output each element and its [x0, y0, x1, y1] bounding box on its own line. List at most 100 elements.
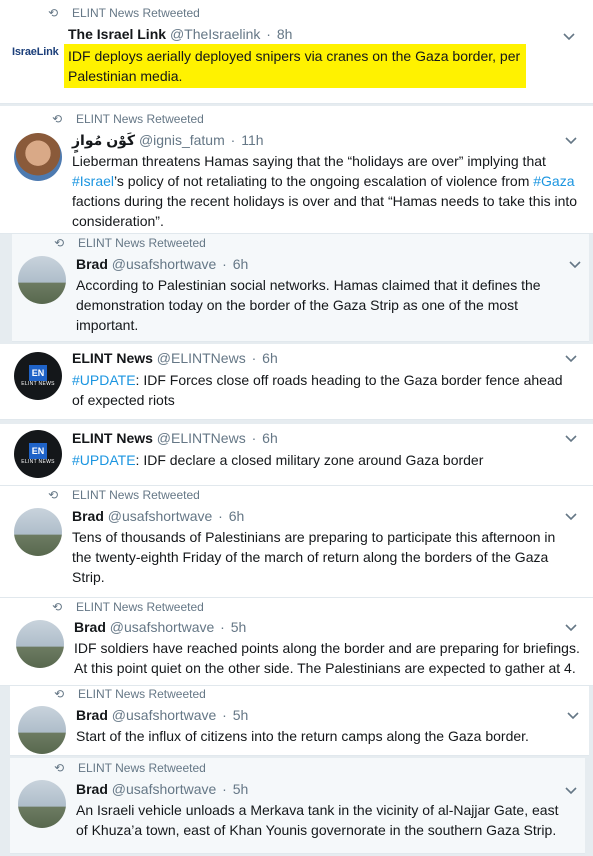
tweet-text: Lieberman threatens Hamas saying that th… [72, 153, 578, 229]
hashtag-link[interactable]: #Gaza [533, 173, 574, 189]
tweet-header: ELINT News @ELINTNews · 6h [72, 430, 278, 446]
author-handle[interactable]: @usafshortwave [110, 619, 214, 635]
separator-dot: · [218, 508, 223, 524]
tweet-header: كَوْن مُوازٍ @ignis_fatum · 11h [72, 132, 264, 149]
tweet-time[interactable]: 5h [231, 619, 247, 635]
tweet-card[interactable]: ⟲ ELINT News Retweeted Brad @usafshortwav… [12, 234, 589, 342]
retweet-context: ⟲ ELINT News Retweeted [52, 600, 204, 614]
hashtag-link[interactable]: #Israel [72, 173, 114, 189]
author-handle[interactable]: @usafshortwave [108, 508, 212, 524]
author-handle[interactable]: @ELINTNews [157, 350, 246, 366]
tweet-time[interactable]: 5h [233, 707, 249, 723]
tweet-header: ELINT News @ELINTNews · 6h [72, 350, 278, 366]
author-name[interactable]: The Israel Link [68, 26, 166, 42]
tweet-time[interactable]: 11h [241, 132, 263, 148]
tweet-header: Brad @usafshortwave · 6h [76, 256, 248, 272]
author-name[interactable]: Brad [72, 508, 104, 524]
elint-logo: EN [29, 443, 47, 459]
separator-dot: · [222, 707, 227, 723]
chevron-down-icon[interactable] [564, 136, 578, 146]
author-name[interactable]: كَوْن مُوازٍ [72, 132, 135, 148]
retweet-context: ⟲ ELINT News Retweeted [54, 687, 206, 701]
avatar[interactable] [18, 256, 66, 304]
author-handle[interactable]: @usafshortwave [112, 707, 216, 723]
tweet-card[interactable]: ⟲ ELINT News Retweeted Brad @usafshortwav… [0, 598, 593, 686]
separator-dot: · [251, 350, 257, 366]
author-name[interactable]: Brad [76, 781, 108, 797]
separator-dot: · [251, 430, 257, 446]
chevron-down-icon[interactable] [566, 711, 580, 721]
tweet-text: According to Palestinian social networks… [76, 277, 541, 333]
avatar[interactable] [14, 508, 62, 556]
tweet-time[interactable]: 6h [233, 256, 249, 272]
retweet-icon: ⟲ [54, 761, 65, 775]
hashtag-link[interactable]: #UPDATE [72, 372, 136, 388]
author-handle[interactable]: @usafshortwave [112, 256, 216, 272]
retweet-context: ⟲ ELINT News Retweeted [48, 488, 200, 502]
retweet-icon: ⟲ [52, 600, 63, 614]
author-name[interactable]: Brad [74, 619, 106, 635]
tweet-text: An Israeli vehicle unloads a Merkava tan… [76, 802, 559, 838]
tweet-text: IDF soldiers have reached points along t… [74, 640, 580, 676]
chevron-down-icon[interactable] [564, 623, 578, 633]
retweet-context: ⟲ ELINT News Retweeted [54, 236, 206, 250]
author-handle[interactable]: @ELINTNews [157, 430, 246, 446]
retweet-context: ⟲ ELINT News Retweeted [48, 6, 200, 20]
avatar[interactable] [16, 620, 64, 668]
tweet-text: #UPDATE: IDF Forces close off roads head… [72, 372, 563, 408]
elint-logo-sub: ELINT NEWS [21, 381, 55, 387]
author-handle[interactable]: @ignis_fatum [139, 132, 225, 148]
separator-dot: · [220, 619, 225, 635]
hashtag-link[interactable]: #UPDATE [72, 452, 136, 468]
tweet-card[interactable]: EN ELINT NEWS ELINT News @ELINTNews · 6h… [0, 424, 593, 486]
author-handle[interactable]: @usafshortwave [112, 781, 216, 797]
avatar[interactable] [18, 780, 66, 828]
tweet-text: IDF deploys aerially deployed snipers vi… [64, 44, 526, 88]
chevron-down-icon[interactable] [564, 434, 578, 444]
avatar[interactable]: EN ELINT NEWS [14, 352, 62, 400]
avatar[interactable] [18, 706, 66, 754]
tweet-card[interactable]: ⟲ ELINT News Retweeted كَوْن مُوازٍ @igni… [0, 106, 593, 234]
retweet-icon: ⟲ [54, 236, 65, 250]
tweet-time[interactable]: 8h [277, 26, 293, 42]
tweet-time[interactable]: 5h [233, 781, 249, 797]
retweet-context: ⟲ ELINT News Retweeted [54, 761, 206, 775]
chevron-down-icon[interactable] [562, 32, 576, 42]
tweet-header: Brad @usafshortwave · 5h [74, 619, 246, 635]
tweet-card[interactable]: ⟲ ELINT News Retweeted IsraeLink The Isra… [0, 0, 593, 104]
chevron-down-icon[interactable] [564, 786, 578, 796]
tweet-text: Start of the influx of citizens into the… [76, 728, 529, 744]
separator-dot: · [222, 256, 227, 272]
tweet-time[interactable]: 6h [229, 508, 245, 524]
separator-dot: · [222, 781, 227, 797]
israel-link-logo[interactable]: IsraeLink [12, 46, 59, 58]
tweet-header: The Israel Link @TheIsraelink · 8h [68, 26, 292, 42]
tweet-header: Brad @usafshortwave · 5h [76, 707, 248, 723]
avatar[interactable] [14, 133, 62, 181]
elint-logo-sub: ELINT NEWS [21, 459, 55, 465]
tweet-card[interactable]: ⟲ ELINT News Retweeted Brad @usafshortwav… [10, 686, 589, 756]
tweet-card[interactable]: EN ELINT NEWS ELINT News @ELINTNews · 6h… [0, 344, 593, 420]
author-handle[interactable]: @TheIsraelink [170, 26, 260, 42]
tweet-time[interactable]: 6h [262, 350, 278, 366]
tweet-time[interactable]: 6h [262, 430, 278, 446]
tweet-text: #UPDATE: IDF declare a closed military z… [72, 452, 484, 468]
elint-logo: EN [29, 365, 47, 381]
retweet-context: ⟲ ELINT News Retweeted [52, 112, 204, 126]
chevron-down-icon[interactable] [564, 354, 578, 364]
chevron-down-icon[interactable] [568, 260, 582, 270]
tweet-header: Brad @usafshortwave · 6h [72, 508, 244, 524]
retweet-icon: ⟲ [52, 112, 63, 126]
separator-dot: · [230, 132, 236, 148]
chevron-down-icon[interactable] [564, 512, 578, 522]
avatar[interactable]: EN ELINT NEWS [14, 430, 62, 478]
author-name[interactable]: Brad [76, 256, 108, 272]
tweet-header: Brad @usafshortwave · 5h [76, 781, 248, 797]
author-name[interactable]: ELINT News [72, 350, 153, 366]
retweet-icon: ⟲ [48, 488, 59, 502]
author-name[interactable]: Brad [76, 707, 108, 723]
author-name[interactable]: ELINT News [72, 430, 153, 446]
tweet-card[interactable]: ⟲ ELINT News Retweeted Brad @usafshortwav… [10, 758, 585, 854]
tweet-card[interactable]: ⟲ ELINT News Retweeted Brad @usafshortwav… [0, 486, 593, 598]
retweet-icon: ⟲ [48, 6, 59, 20]
